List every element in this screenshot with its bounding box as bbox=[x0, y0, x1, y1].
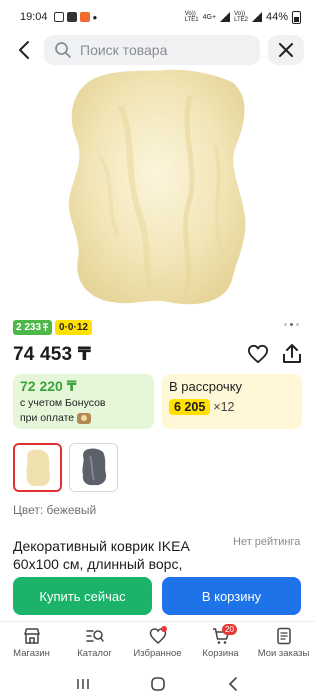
color-variant-grey[interactable] bbox=[69, 443, 118, 492]
bonus-coin-icon bbox=[43, 323, 49, 331]
beige-rug-thumbnail bbox=[15, 445, 60, 490]
bonus-price: 72 220 ₸ bbox=[20, 378, 77, 394]
heart-icon[interactable] bbox=[247, 344, 269, 364]
bonus-note-line2-row: при оплате bbox=[20, 412, 147, 425]
bottom-navigation: Магазин Каталог Избранное 20 Корзина Мои… bbox=[0, 621, 315, 667]
installment-title: В рассрочку bbox=[169, 379, 243, 394]
promo-badges: 2 233 0·0·12 bbox=[13, 320, 92, 335]
color-label: Цвет: бежевый bbox=[13, 503, 97, 517]
battery-percent: 44% bbox=[265, 11, 288, 23]
status-time: 19:04 bbox=[20, 11, 48, 23]
installment-months: ×12 bbox=[213, 400, 235, 414]
app-notification-icon bbox=[66, 12, 77, 22]
pagination-dot-active bbox=[290, 323, 293, 326]
back-arrow-icon[interactable] bbox=[14, 38, 36, 62]
nav-label-shop: Магазин bbox=[13, 648, 50, 659]
installment-card[interactable]: В рассрочку 6 205 ×12 bbox=[162, 374, 302, 429]
nav-item-cart[interactable]: 20 Корзина bbox=[189, 622, 252, 667]
shop-icon bbox=[23, 628, 40, 644]
nav-label-favorites: Избранное bbox=[133, 648, 182, 659]
home-icon[interactable] bbox=[150, 676, 166, 692]
nav-label-catalog: Каталог bbox=[77, 648, 112, 659]
favorites-notification-dot bbox=[161, 626, 167, 632]
nav-label-cart: Корзина bbox=[202, 648, 239, 659]
gallery-notification-icon bbox=[53, 12, 64, 22]
add-to-cart-button[interactable]: В корзину bbox=[162, 577, 301, 615]
color-variant-beige[interactable] bbox=[13, 443, 62, 492]
cart-count-badge: 20 bbox=[222, 624, 237, 635]
bonus-badge: 2 233 bbox=[13, 320, 53, 335]
shop-notification-icon bbox=[79, 12, 90, 22]
status-bar: 19:04 ● Vo)) LTE1 4G+ Vo)) LTE2 44% bbox=[0, 0, 315, 34]
grey-rug-thumbnail bbox=[70, 444, 117, 491]
signal-lte1-label: Vo)) LTE1 bbox=[184, 11, 199, 23]
catalog-search-icon bbox=[85, 630, 104, 642]
product-price: 74 453 ₸ bbox=[13, 344, 92, 365]
signal-lte2-label: Vo)) LTE2 bbox=[234, 11, 248, 23]
signal-icon-2 bbox=[251, 12, 262, 22]
installment-row: 6 205 ×12 bbox=[169, 399, 295, 415]
dot-notification-icon: ● bbox=[92, 12, 98, 22]
installment-amount: 6 205 bbox=[169, 399, 211, 415]
system-navigation bbox=[0, 668, 315, 700]
system-back-icon[interactable] bbox=[226, 676, 240, 692]
search-bar[interactable] bbox=[44, 35, 260, 65]
bonus-badge-value: 2 233 bbox=[16, 322, 42, 333]
nav-label-orders: Мои заказы bbox=[257, 648, 310, 659]
pagination-dot bbox=[284, 323, 287, 326]
share-icon[interactable] bbox=[281, 343, 303, 365]
network-gen-label: 4G+ bbox=[202, 13, 217, 21]
battery-icon bbox=[292, 10, 301, 24]
signal-icon bbox=[220, 12, 231, 22]
installment-badge: 0·0·12 bbox=[55, 320, 92, 335]
recent-apps-icon[interactable] bbox=[75, 677, 91, 691]
bonus-note-line2: при оплате bbox=[20, 412, 75, 424]
close-button[interactable] bbox=[268, 35, 304, 65]
search-input[interactable] bbox=[80, 42, 250, 58]
product-image[interactable] bbox=[0, 66, 315, 316]
bonus-price-card[interactable]: 72 220 ₸ с учетом Бонусов при оплате bbox=[13, 374, 154, 429]
nav-item-favorites[interactable]: Избранное bbox=[126, 622, 189, 667]
search-header bbox=[0, 34, 315, 66]
nav-item-shop[interactable]: Магазин bbox=[0, 622, 63, 667]
product-page: 19:04 ● Vo)) LTE1 4G+ Vo)) LTE2 44% Поис… bbox=[0, 0, 315, 700]
gallery-pagination bbox=[284, 323, 299, 326]
pagination-dot bbox=[296, 323, 299, 326]
product-title: Декоративный коврик IKEA 60x100 см, длин… bbox=[13, 538, 190, 572]
nav-item-orders[interactable]: Мои заказы bbox=[252, 622, 315, 667]
orders-list-icon bbox=[276, 627, 291, 645]
nav-item-catalog[interactable]: Каталог bbox=[63, 622, 126, 667]
bonus-note-line1: с учетом Бонусов bbox=[20, 397, 106, 409]
status-right: Vo)) LTE1 4G+ Vo)) LTE2 44% bbox=[184, 10, 301, 24]
close-icon bbox=[279, 43, 293, 57]
buy-now-button[interactable]: Купить сейчас bbox=[13, 577, 152, 615]
search-icon bbox=[55, 42, 71, 58]
rating-status[interactable]: Нет рейтинга bbox=[233, 536, 300, 548]
bonus-card-icon bbox=[77, 412, 92, 424]
